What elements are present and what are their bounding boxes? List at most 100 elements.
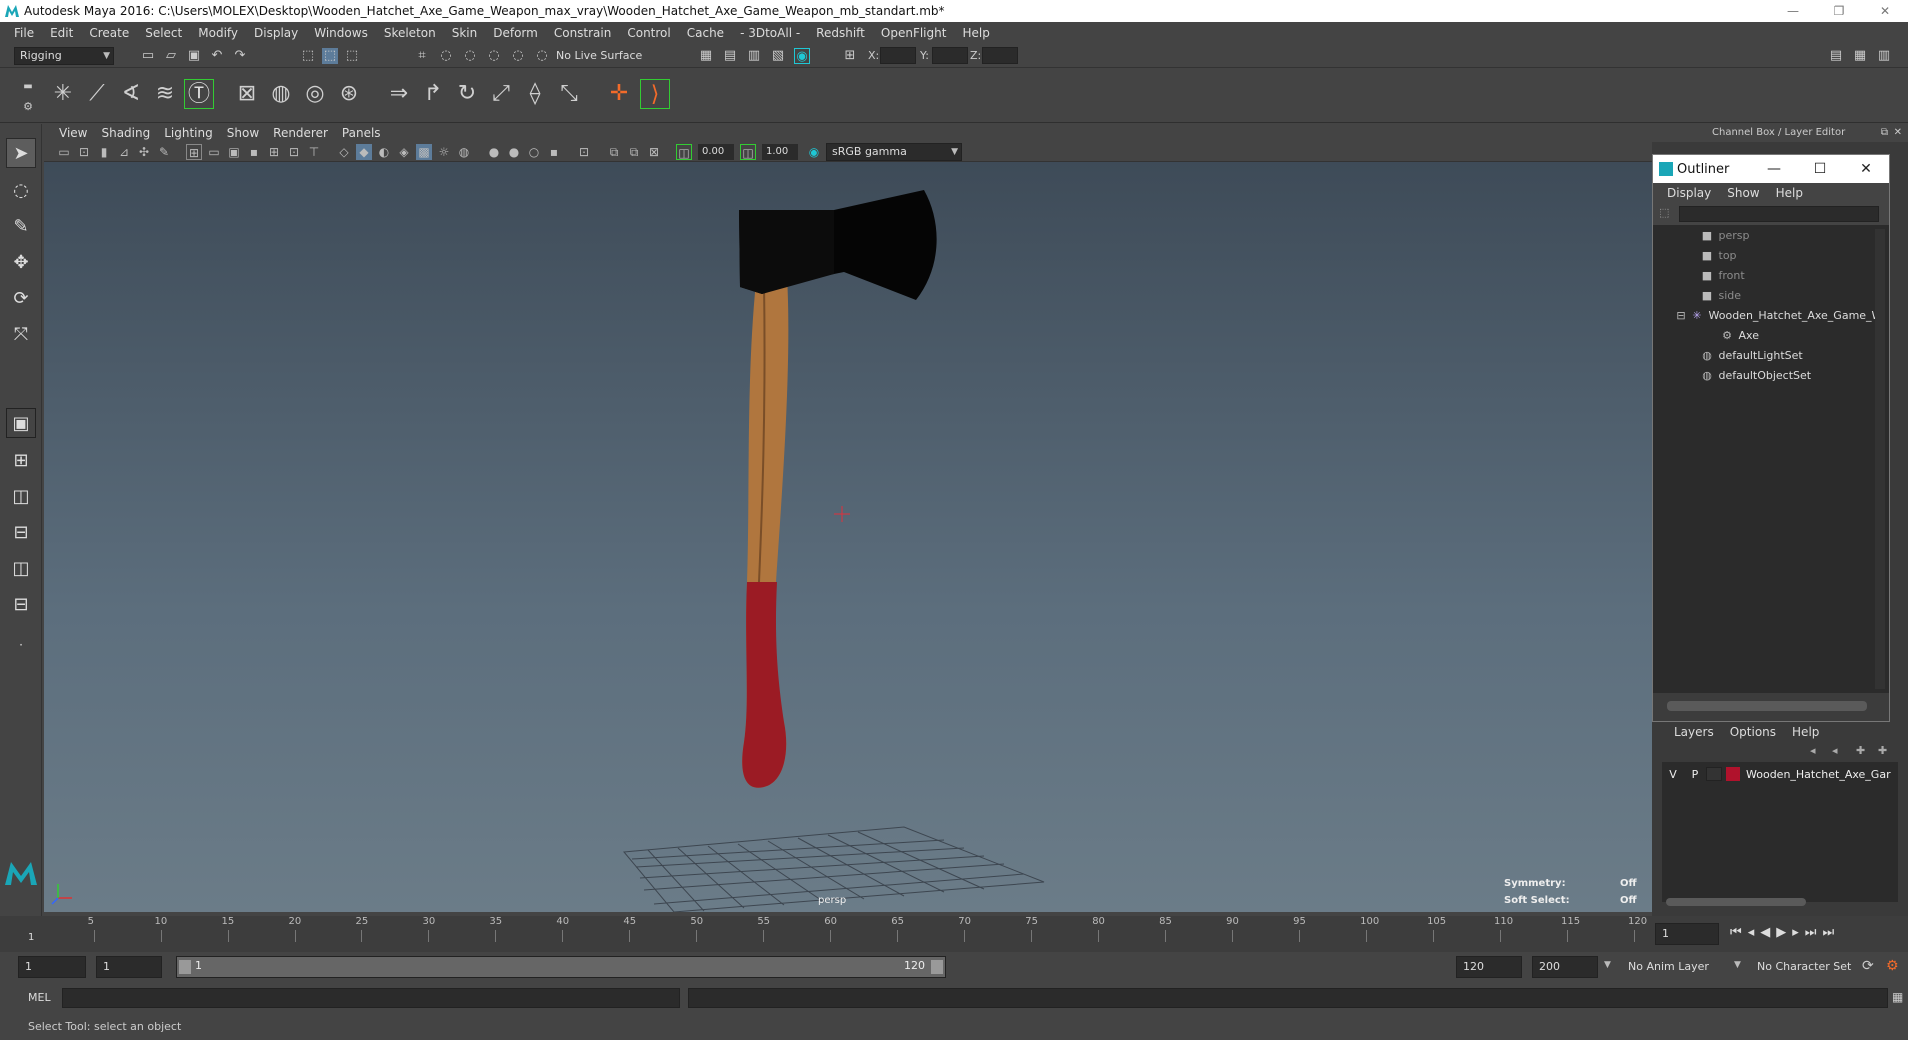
move-layer-down-icon[interactable]: ◂	[1832, 744, 1838, 757]
2d-pan-zoom-icon[interactable]: ✣	[136, 144, 152, 160]
menu-edit[interactable]: Edit	[42, 26, 81, 40]
attribute-editor-icon[interactable]: ▦	[1852, 48, 1868, 64]
ik-handle-icon[interactable]: ∢	[116, 79, 146, 109]
color-space-dropdown[interactable]: sRGB gamma ▼	[826, 143, 962, 161]
image-plane-icon[interactable]: ⊿	[116, 144, 132, 160]
layer-menu-layers[interactable]: Layers	[1666, 725, 1722, 739]
xray-components-icon[interactable]: ⊠	[646, 144, 662, 160]
ik-spline-icon[interactable]: ≋	[150, 79, 180, 109]
smooth-shade-icon[interactable]: ◆	[356, 144, 372, 160]
snap-grid-icon[interactable]: ⌗	[414, 48, 430, 64]
select-component-icon[interactable]: ⬚	[344, 48, 360, 64]
persp-outliner-icon[interactable]: ◫	[6, 482, 36, 512]
wrap-icon[interactable]: ◎	[300, 79, 330, 109]
transform-lock-icon[interactable]: ⊞	[842, 48, 858, 64]
safe-action-icon[interactable]: ⊡	[286, 144, 302, 160]
menu-create[interactable]: Create	[81, 26, 137, 40]
undo-icon[interactable]: ↶	[209, 48, 225, 64]
outliner-horizontal-scrollbar[interactable]	[1667, 701, 1867, 711]
x-field[interactable]	[880, 47, 916, 64]
layer-menu-options[interactable]: Options	[1722, 725, 1784, 739]
textured-icon[interactable]: ▩	[416, 144, 432, 160]
minimize-button[interactable]: —	[1770, 4, 1816, 18]
move-layer-up-icon[interactable]: ◂	[1810, 744, 1816, 757]
menu-skeleton[interactable]: Skeleton	[376, 26, 444, 40]
layer-visibility-toggle[interactable]: V	[1662, 768, 1684, 781]
float-panel-icon[interactable]: ⧉	[1881, 124, 1888, 142]
menu-constrain[interactable]: Constrain	[546, 26, 620, 40]
range-start-handle[interactable]	[179, 960, 191, 974]
menu-set-dropdown[interactable]: Rigging ▼	[14, 47, 114, 65]
insert-joint-icon[interactable]: ⟋	[82, 79, 112, 109]
bookmark-icon[interactable]: ▮	[96, 144, 112, 160]
aim-constraint-icon[interactable]: ↱	[418, 79, 448, 109]
shelf-gear-icon[interactable]: ⚙	[20, 99, 36, 115]
outliner-node-defaultobjectset[interactable]: ◍ defaultObjectSet	[1699, 367, 1811, 385]
safe-title-icon[interactable]: ⊤	[306, 144, 322, 160]
depth-of-field-icon[interactable]: ▪	[546, 144, 562, 160]
live-surface-label[interactable]: No Live Surface	[556, 49, 642, 62]
control-curve-icon[interactable]: ⟩	[640, 79, 670, 109]
chevron-down-icon[interactable]: ▼	[1604, 960, 1611, 970]
shadows-icon[interactable]: ◍	[456, 144, 472, 160]
xray-joints-icon[interactable]: ⧉	[626, 144, 642, 160]
snap-curve-icon[interactable]: ◌	[438, 48, 454, 64]
four-view-icon[interactable]: ⊞	[6, 446, 36, 476]
render-view-icon[interactable]: ▦	[698, 48, 714, 64]
layer-horizontal-scrollbar[interactable]	[1666, 898, 1806, 906]
animation-end-field[interactable]: 200	[1532, 956, 1598, 978]
resolution-gate-icon[interactable]: ▣	[226, 144, 242, 160]
gamma-field[interactable]: 1.00	[762, 144, 798, 160]
command-input[interactable]	[62, 988, 680, 1008]
outliner-minimize-button[interactable]: —	[1751, 161, 1797, 177]
current-frame-field[interactable]: 1	[1655, 923, 1719, 945]
paint-select-icon[interactable]: ✎	[6, 212, 36, 242]
motion-blur-icon[interactable]: ●	[506, 144, 522, 160]
select-tool-icon[interactable]: ➤	[6, 138, 36, 168]
menu-control[interactable]: Control	[619, 26, 678, 40]
menu-redshift[interactable]: Redshift	[808, 26, 873, 40]
collapse-icon[interactable]: ⊟	[1673, 307, 1689, 325]
layout-more-icon[interactable]: ·	[6, 630, 36, 660]
viewport-menu-lighting[interactable]: Lighting	[157, 126, 220, 140]
parent-constraint-icon[interactable]: ⟠	[520, 79, 550, 109]
outliner-node-top[interactable]: ■ top	[1699, 247, 1737, 265]
viewport-menu-panels[interactable]: Panels	[335, 126, 388, 140]
tool-settings-icon[interactable]: ▥	[1876, 48, 1892, 64]
menu-modify[interactable]: Modify	[190, 26, 246, 40]
layer-playback-toggle[interactable]: P	[1684, 768, 1706, 781]
time-slider[interactable]: 5 10 15 20 25 30 35 40 45 50 55 60 65 70 75 80 85 90 95 100…	[0, 916, 1908, 952]
outliner-close-button[interactable]: ✕	[1843, 161, 1889, 177]
grid-toggle-icon[interactable]: ⊞	[186, 144, 202, 160]
gamma-icon[interactable]: ◫	[740, 144, 756, 160]
outliner-menu-help[interactable]: Help	[1768, 186, 1811, 200]
new-layer-icon[interactable]: ✚	[1856, 744, 1865, 757]
modeling-toolkit-icon[interactable]: ▤	[1828, 48, 1844, 64]
auto-key-icon[interactable]: ⟳	[1862, 958, 1874, 974]
single-perspective-icon[interactable]: ▣	[6, 408, 36, 438]
redo-icon[interactable]: ↷	[232, 48, 248, 64]
menu-openflight[interactable]: OpenFlight	[873, 26, 955, 40]
restore-button[interactable]: ❐	[1816, 4, 1862, 18]
shelf-menu-icon[interactable]: ▬	[20, 79, 36, 95]
outliner-layout-icon[interactable]: ⊟	[6, 590, 36, 620]
viewport-menu-view[interactable]: View	[52, 126, 94, 140]
outliner-node-group[interactable]: ⊟ ✳ Wooden_Hatchet_Axe_Game_W	[1673, 307, 1882, 325]
cluster-icon[interactable]: ⊠	[232, 79, 262, 109]
layer-name[interactable]: Wooden_Hatchet_Axe_Gar	[1746, 768, 1891, 781]
close-panel-icon[interactable]: ✕	[1894, 124, 1902, 142]
live-surface-icon[interactable]: ◌	[534, 48, 550, 64]
use-all-lights-icon[interactable]: ☼	[436, 144, 452, 160]
layer-color-swatch[interactable]	[1726, 767, 1740, 781]
lasso-tool-icon[interactable]: ◌	[6, 176, 36, 206]
playback-end-field[interactable]: 120	[1456, 956, 1522, 978]
grease-pencil-icon[interactable]: ✎	[156, 144, 172, 160]
locator-icon[interactable]: ✛	[604, 79, 634, 109]
script-language-label[interactable]: MEL	[28, 991, 51, 1004]
playback-start-field[interactable]: 1	[96, 956, 162, 978]
y-field[interactable]	[932, 47, 968, 64]
outliner-menu-show[interactable]: Show	[1719, 186, 1767, 200]
ipr-render-icon[interactable]: ▥	[746, 48, 762, 64]
z-field[interactable]	[982, 47, 1018, 64]
hypershade-icon[interactable]: ◉	[794, 48, 810, 64]
